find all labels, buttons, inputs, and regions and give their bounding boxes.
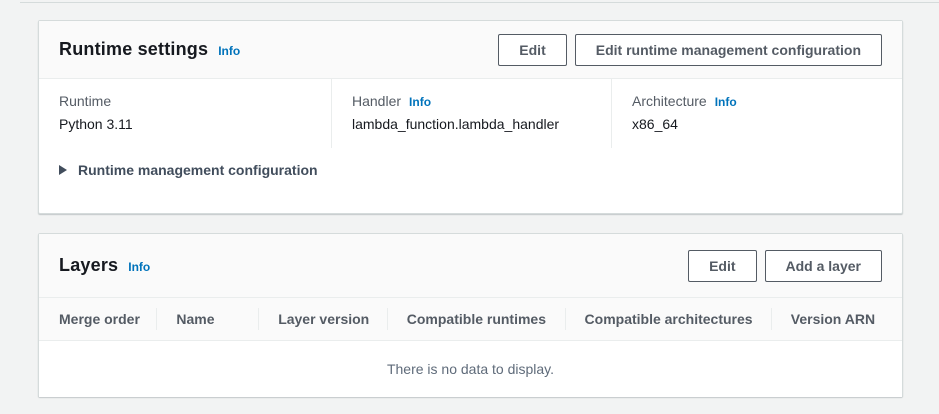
column-header-merge-order: Merge order [39, 298, 156, 340]
runtime-settings-title: Runtime settings [59, 39, 208, 60]
layers-title-wrap: Layers Info [59, 255, 150, 276]
handler-field-label: Handler Info [352, 93, 591, 109]
layers-header: Layers Info Edit Add a layer [39, 234, 902, 298]
column-header-version-arn: Version ARN [771, 298, 902, 340]
column-header-compatible-runtimes: Compatible runtimes [387, 298, 565, 340]
runtime-settings-actions: Edit Edit runtime management configurati… [498, 34, 882, 66]
architecture-field: Architecture Info x86_64 [611, 79, 902, 148]
runtime-settings-header: Runtime settings Info Edit Edit runtime … [39, 21, 902, 79]
layers-empty-message: There is no data to display. [387, 361, 554, 377]
runtime-field-value: Python 3.11 [59, 116, 311, 132]
column-header-compatible-architectures: Compatible architectures [565, 298, 771, 340]
layers-table: Merge order Name Layer version Compatibl… [39, 298, 902, 341]
runtime-management-configuration-expander-label: Runtime management configuration [78, 162, 318, 178]
architecture-field-value: x86_64 [632, 116, 882, 132]
architecture-field-label: Architecture Info [632, 93, 882, 109]
layers-empty-state: There is no data to display. [39, 341, 902, 397]
layers-info-link[interactable]: Info [128, 260, 150, 274]
handler-info-link[interactable]: Info [409, 95, 431, 109]
column-header-name: Name [156, 298, 258, 340]
top-divider [20, 2, 939, 3]
runtime-settings-info-link[interactable]: Info [218, 44, 240, 58]
edit-layers-button[interactable]: Edit [688, 250, 756, 282]
architecture-info-link[interactable]: Info [715, 95, 737, 109]
runtime-label-text: Runtime [59, 93, 111, 109]
caret-right-icon [59, 165, 67, 175]
runtime-settings-card: Runtime settings Info Edit Edit runtime … [38, 20, 903, 214]
layers-title: Layers [59, 255, 118, 276]
layers-table-header-row: Merge order Name Layer version Compatibl… [39, 298, 902, 340]
runtime-field: Runtime Python 3.11 [39, 79, 331, 148]
runtime-settings-title-wrap: Runtime settings Info [59, 39, 240, 60]
edit-runtime-management-configuration-button[interactable]: Edit runtime management configuration [575, 34, 882, 66]
column-header-layer-version: Layer version [258, 298, 387, 340]
edit-runtime-settings-button[interactable]: Edit [498, 34, 566, 66]
add-a-layer-button[interactable]: Add a layer [765, 250, 882, 282]
layers-actions: Edit Add a layer [688, 250, 882, 282]
layers-card: Layers Info Edit Add a layer Merge order… [38, 233, 903, 397]
runtime-field-label: Runtime [59, 93, 311, 109]
handler-label-text: Handler [352, 93, 401, 109]
handler-field: Handler Info lambda_function.lambda_hand… [331, 79, 611, 148]
handler-field-value: lambda_function.lambda_handler [352, 116, 591, 132]
runtime-fields-row: Runtime Python 3.11 Handler Info lambda_… [39, 79, 902, 154]
architecture-label-text: Architecture [632, 93, 707, 109]
runtime-management-configuration-expander[interactable]: Runtime management configuration [39, 154, 902, 194]
